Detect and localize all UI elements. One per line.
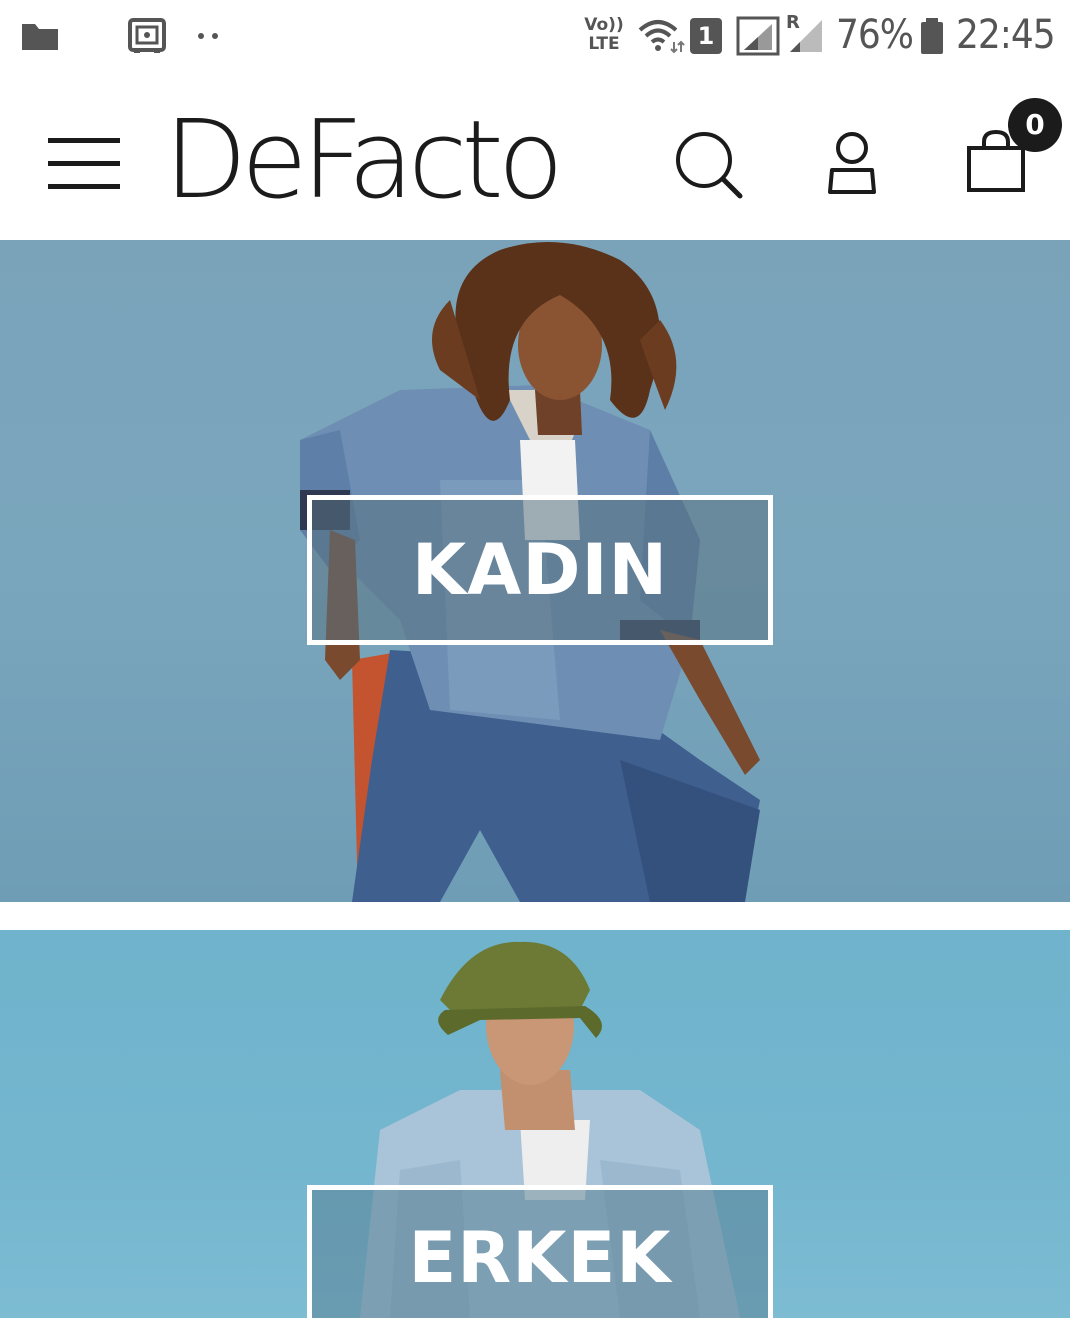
safe-icon: [128, 18, 166, 53]
sim-badge: 1: [690, 18, 722, 54]
category-label-kadin[interactable]: KADIN: [412, 529, 668, 611]
battery-percent: 76%: [836, 12, 914, 58]
search-icon[interactable]: [674, 130, 744, 200]
cart-count-badge[interactable]: 0: [1008, 98, 1062, 152]
category-label-box[interactable]: KADIN: [307, 495, 773, 645]
brand-logo[interactable]: DeFacto: [164, 96, 564, 226]
menu-icon[interactable]: [46, 136, 122, 192]
category-banner-kadin[interactable]: KADIN: [0, 240, 1070, 902]
signal-icon: [736, 16, 780, 56]
folder-icon: [22, 24, 58, 50]
category-banner-erkek[interactable]: ERKEK: [0, 930, 1070, 1318]
site-header: DeFacto 0: [0, 76, 1070, 240]
battery-icon: [921, 18, 943, 54]
volte-indicator: Vo)) LTE: [584, 16, 624, 54]
category-label-erkek[interactable]: ERKEK: [408, 1217, 671, 1299]
volte-label: Vo)): [584, 15, 624, 35]
signal-icon-2: [790, 20, 822, 52]
category-label-box[interactable]: ERKEK: [307, 1185, 773, 1318]
user-icon[interactable]: [824, 130, 880, 196]
status-bar: Vo)) LTE 1 R 76% 22:45: [0, 0, 1070, 76]
clock: 22:45: [956, 12, 1056, 58]
lte-label: LTE: [588, 34, 620, 54]
more-dots-icon: [198, 33, 218, 39]
wifi-icon: [638, 20, 685, 54]
